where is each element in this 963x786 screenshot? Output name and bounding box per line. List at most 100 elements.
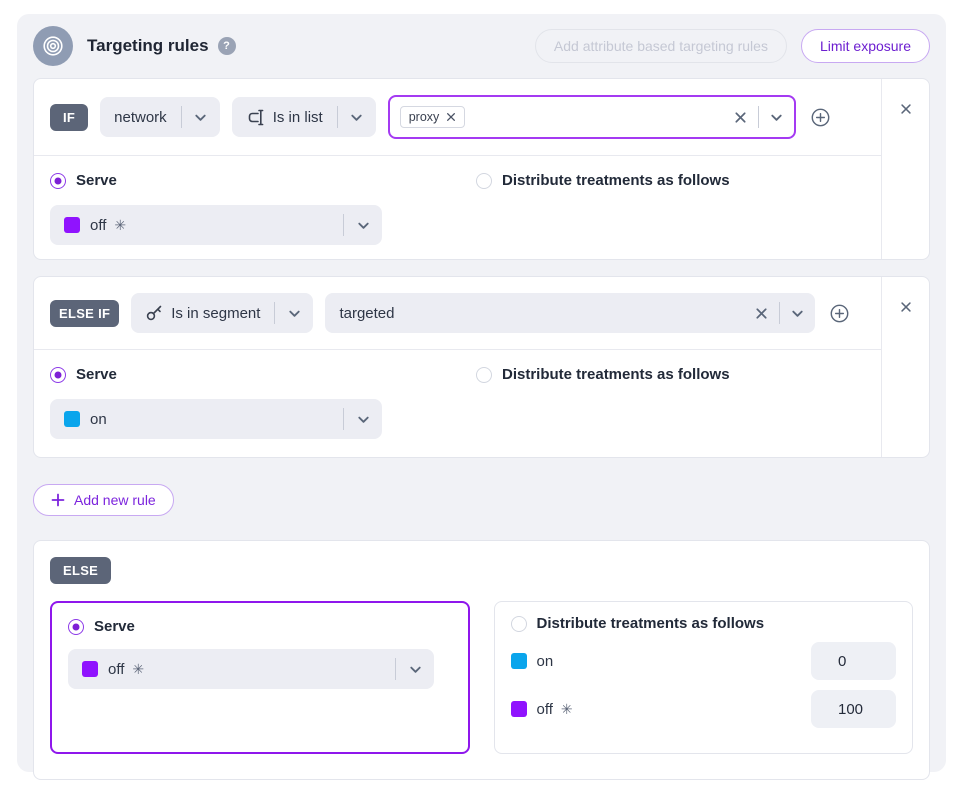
chevron-down-icon[interactable] <box>275 306 313 321</box>
header-actions: Add attribute based targeting rules Limi… <box>535 29 930 63</box>
treatment-name: off <box>108 661 124 678</box>
matcher-select-value: Is in segment <box>171 305 260 322</box>
serve-options-row: Serve Distribute treatments as follows <box>50 172 865 189</box>
percent-input[interactable] <box>811 690 896 728</box>
chevron-down-icon[interactable] <box>767 108 786 127</box>
string-matcher-icon <box>246 109 265 126</box>
distribute-radio[interactable] <box>476 367 492 383</box>
rule-main: ELSE IF Is in segment targe <box>34 277 882 457</box>
default-rule-card: ELSE Serve off ✳ <box>33 540 930 780</box>
delete-rule-icon[interactable] <box>897 100 915 118</box>
matcher-select-value: Is in list <box>273 109 323 126</box>
serve-section: Serve Distribute treatments as follows o… <box>34 350 881 457</box>
targeting-rules-panel: Targeting rules ? Add attribute based ta… <box>17 14 946 772</box>
rule-main: IF network Is in list <box>34 79 882 259</box>
condition-row: ELSE IF Is in segment targe <box>34 277 881 350</box>
else-if-badge: ELSE IF <box>50 300 119 327</box>
rule-aside <box>882 79 929 259</box>
distribute-option[interactable]: Distribute treatments as follows <box>476 172 730 189</box>
add-condition-icon[interactable] <box>827 301 852 326</box>
rule-card-if: IF network Is in list <box>33 78 930 260</box>
default-treatment-marker: ✳ <box>114 217 126 234</box>
distribute-option[interactable]: Distribute treatments as follows <box>511 615 897 632</box>
add-new-rule-label: Add new rule <box>74 492 156 508</box>
serve-section: Serve Distribute treatments as follows o… <box>34 156 881 260</box>
chevron-down-icon[interactable] <box>344 412 382 427</box>
treatment-select-controls <box>329 408 382 430</box>
value-box-controls <box>731 106 786 128</box>
add-new-rule-button[interactable]: Add new rule <box>33 484 174 516</box>
chevron-down-icon[interactable] <box>396 662 434 677</box>
condition-row: IF network Is in list <box>34 79 881 156</box>
serve-option[interactable]: Serve <box>50 366 476 383</box>
if-badge: IF <box>50 104 88 131</box>
default-treatment-marker: ✳ <box>132 661 144 678</box>
chip-remove-icon[interactable] <box>446 112 456 122</box>
segment-value-field[interactable]: targeted <box>325 293 815 333</box>
matcher-select[interactable]: Is in segment <box>131 293 313 333</box>
percent-input[interactable] <box>811 642 896 680</box>
distribute-label: Distribute treatments as follows <box>502 366 730 383</box>
targeting-rules-icon <box>33 26 73 66</box>
matcher-select[interactable]: Is in list <box>232 97 376 137</box>
distribute-label: Distribute treatments as follows <box>537 615 765 632</box>
value-chip-label: proxy <box>409 110 440 124</box>
segment-value: targeted <box>339 305 394 322</box>
treatment-swatch <box>82 661 98 677</box>
clear-values-icon[interactable] <box>752 304 771 323</box>
plus-icon <box>51 493 65 507</box>
chevron-down-icon[interactable] <box>344 218 382 233</box>
serve-option[interactable]: Serve <box>50 172 476 189</box>
serve-label: Serve <box>76 366 117 383</box>
default-rule-options: Serve off ✳ Distribut <box>50 601 913 754</box>
default-serve-box[interactable]: Serve off ✳ <box>50 601 470 754</box>
serve-option[interactable]: Serve <box>68 618 452 635</box>
delete-rule-icon[interactable] <box>897 298 915 316</box>
treatment-swatch <box>64 411 80 427</box>
page-title: Targeting rules <box>87 36 209 56</box>
serve-radio[interactable] <box>50 173 66 189</box>
distribution-row: on <box>511 642 897 680</box>
attribute-select[interactable]: network <box>100 97 220 137</box>
help-icon[interactable]: ? <box>218 37 236 55</box>
clear-values-icon[interactable] <box>731 108 750 127</box>
divider <box>779 302 780 324</box>
add-attribute-rules-button: Add attribute based targeting rules <box>535 29 787 63</box>
treatment-swatch <box>64 217 80 233</box>
treatment-select[interactable]: off ✳ <box>68 649 434 689</box>
treatment-select[interactable]: off ✳ <box>50 205 382 245</box>
attribute-select-value: network <box>114 109 167 126</box>
default-treatment-marker: ✳ <box>561 701 573 718</box>
distribute-radio[interactable] <box>476 173 492 189</box>
distribution-row: off ✳ <box>511 690 897 728</box>
chevron-down-icon[interactable] <box>788 304 807 323</box>
matcher-values-input[interactable]: proxy <box>388 95 796 139</box>
treatment-swatch <box>511 701 527 717</box>
rule-card-else-if: ELSE IF Is in segment targe <box>33 276 930 458</box>
treatment-name: on <box>90 411 107 428</box>
panel-header: Targeting rules ? Add attribute based ta… <box>33 21 930 71</box>
serve-radio[interactable] <box>68 619 84 635</box>
treatment-name: on <box>537 653 554 670</box>
serve-label: Serve <box>94 618 135 635</box>
serve-options-row: Serve Distribute treatments as follows <box>50 366 865 383</box>
treatment-name: off <box>537 701 553 718</box>
divider <box>758 106 759 128</box>
serve-label: Serve <box>76 172 117 189</box>
distribute-option[interactable]: Distribute treatments as follows <box>476 366 730 383</box>
distribute-label: Distribute treatments as follows <box>502 172 730 189</box>
treatment-select[interactable]: on <box>50 399 382 439</box>
value-box-controls <box>752 302 807 324</box>
treatment-select-controls <box>329 214 382 236</box>
limit-exposure-button[interactable]: Limit exposure <box>801 29 930 63</box>
chevron-down-icon[interactable] <box>338 110 376 125</box>
rule-aside <box>882 277 929 457</box>
add-condition-icon[interactable] <box>808 105 833 130</box>
else-badge: ELSE <box>50 557 111 584</box>
treatment-name: off <box>90 217 106 234</box>
segment-key-icon <box>145 304 163 322</box>
serve-radio[interactable] <box>50 367 66 383</box>
chevron-down-icon[interactable] <box>182 110 220 125</box>
default-distribute-box[interactable]: Distribute treatments as follows on off … <box>494 601 914 754</box>
distribute-radio[interactable] <box>511 616 527 632</box>
